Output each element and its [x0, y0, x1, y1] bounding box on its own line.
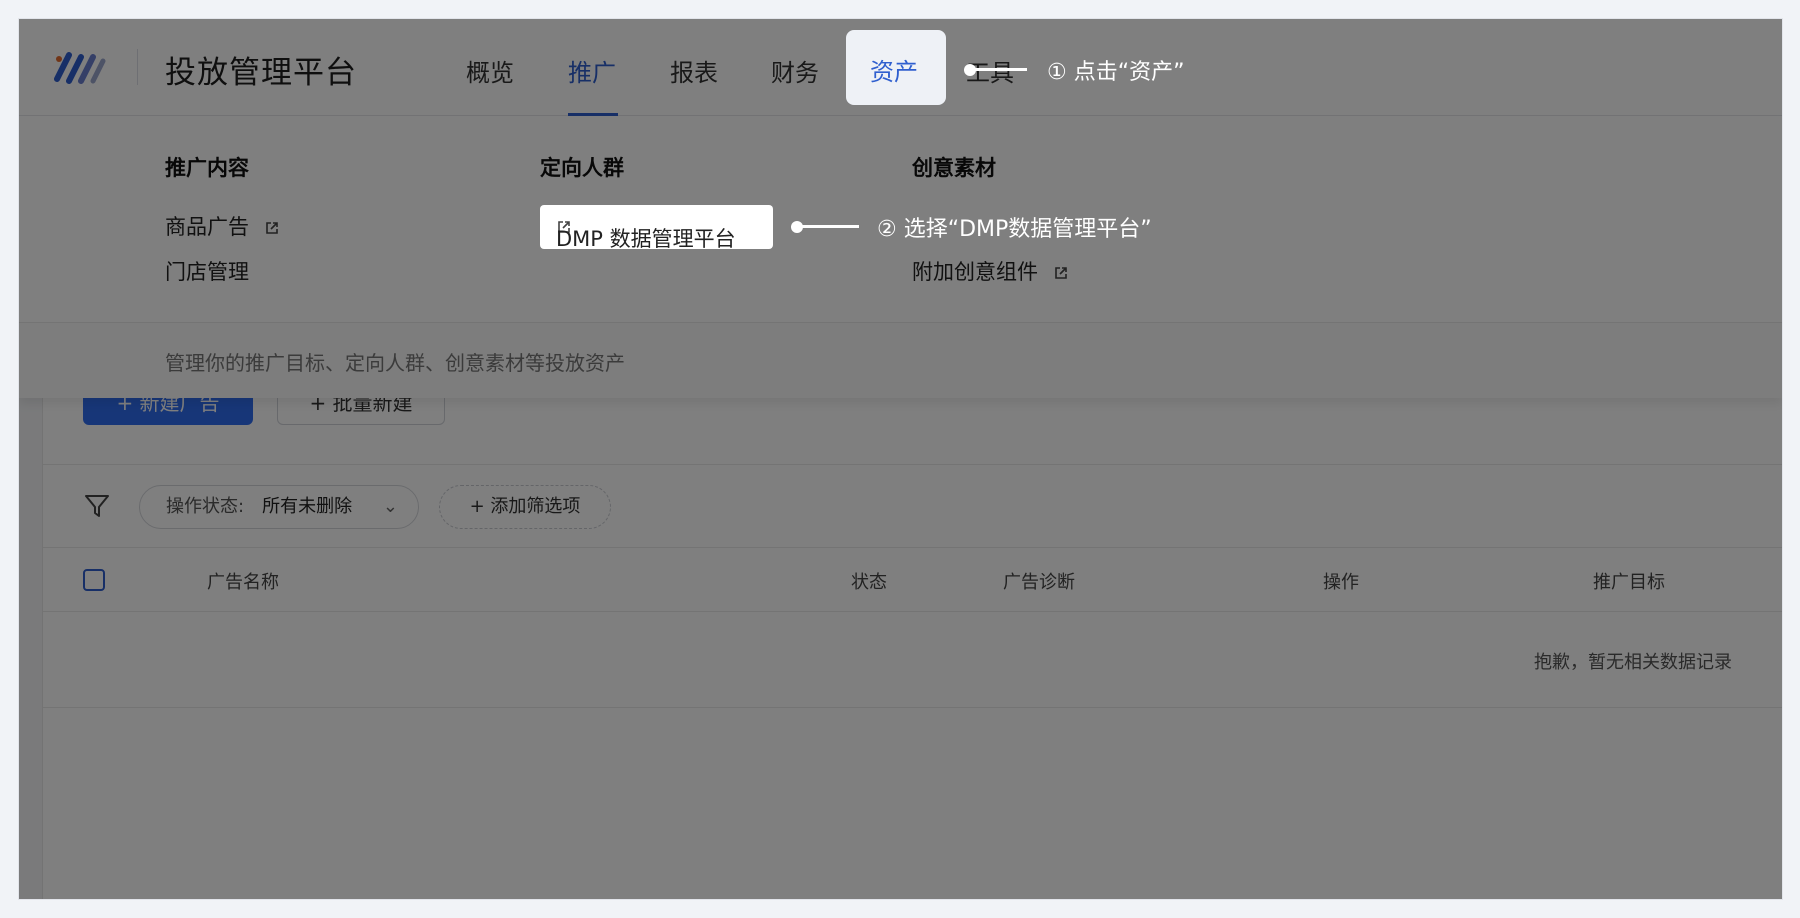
- callout-1-text: ① 点击“资产”: [1047, 60, 1185, 85]
- menu-item-dmp-platform[interactable]: DMP 数据管理平台: [540, 205, 773, 251]
- callout-1-line: [969, 68, 1027, 71]
- callout-2-text: ② 选择“DMP数据管理平台”: [877, 217, 1152, 242]
- tab-assets-label: 资产: [870, 58, 918, 86]
- callout-2-line: [797, 225, 859, 228]
- tab-assets[interactable]: 资产: [846, 30, 946, 105]
- menu-item-dmp-label: DMP 数据管理平台: [548, 214, 736, 251]
- dmp-label-text: DMP 数据管理平台: [556, 227, 736, 251]
- screenshot-frame: 投放管理平台 概览 推广 报表 财务 工具 + 新建广告 + 批量新建 操作状态…: [18, 18, 1783, 900]
- dim-overlay: [19, 19, 1782, 899]
